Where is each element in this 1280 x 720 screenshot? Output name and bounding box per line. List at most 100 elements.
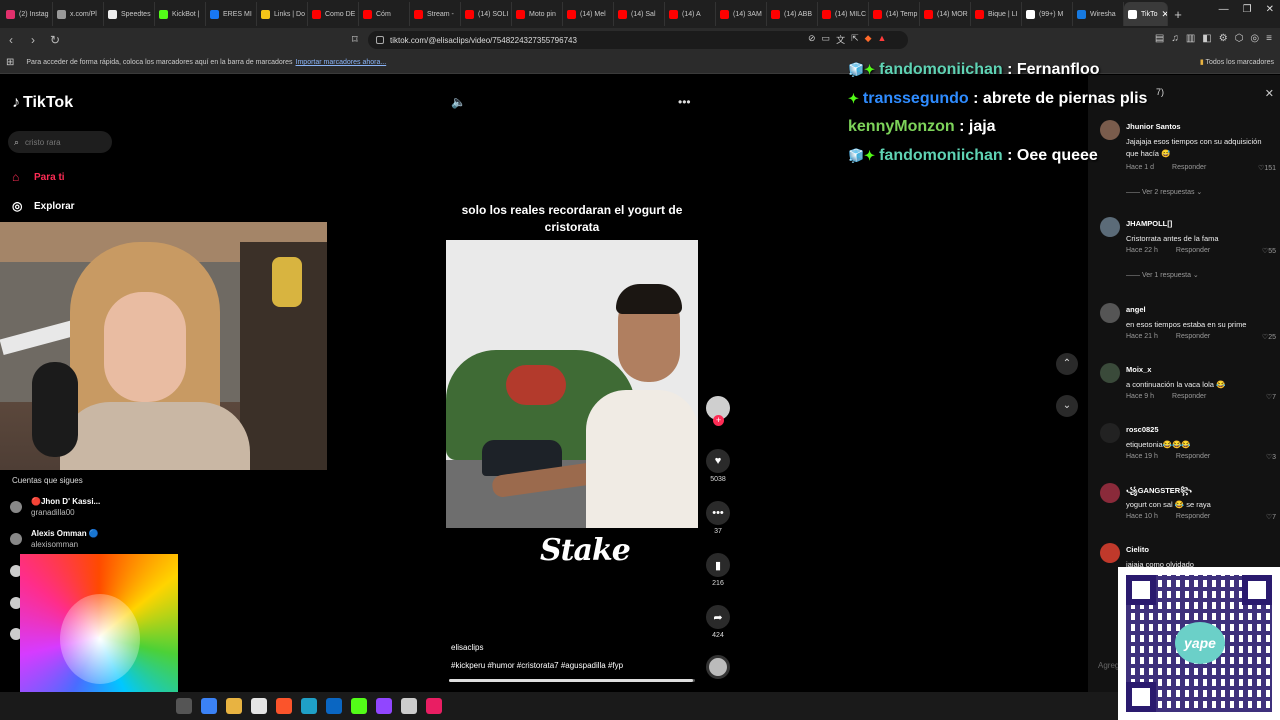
browser-tab[interactable]: Moto pin xyxy=(512,2,563,26)
browser-tab[interactable]: (14) Mel xyxy=(563,2,614,26)
comment-like-button[interactable]: ♡151 xyxy=(1258,164,1276,172)
avatar[interactable] xyxy=(1100,483,1120,503)
outlook-icon[interactable] xyxy=(326,698,342,714)
view-replies-link[interactable]: —— Ver 1 respuesta ⌄ xyxy=(1126,271,1199,279)
puzzle-icon[interactable]: ⚙ xyxy=(1219,33,1228,44)
reply-button[interactable]: Responder xyxy=(1176,333,1210,340)
next-video-button[interactable]: ⌄ xyxy=(1056,395,1078,417)
sidebar-icon[interactable]: ▤ xyxy=(1155,33,1164,44)
music-disc-icon[interactable] xyxy=(706,655,730,679)
following-account[interactable]: Alexis Omman 🔵 alexisomman xyxy=(10,528,99,550)
view-replies-link[interactable]: —— Ver 2 respuestas ⌄ xyxy=(1126,188,1202,196)
file-explorer-icon[interactable] xyxy=(226,698,242,714)
avatar[interactable] xyxy=(1100,217,1120,237)
browser-tab[interactable]: (14) Temp xyxy=(869,2,920,26)
chat-username[interactable]: transsegundo xyxy=(863,90,969,108)
edge-icon[interactable] xyxy=(301,698,317,714)
bookmark-icon[interactable]: ⌑ xyxy=(352,33,358,46)
following-account[interactable]: 🔴Jhon D' Kassi... granadilla00 xyxy=(10,496,100,518)
menu-icon[interactable]: ≡ xyxy=(1266,33,1272,44)
new-tab-button[interactable]: + xyxy=(1168,7,1188,22)
post-author[interactable]: elisaclips xyxy=(451,643,483,652)
reply-button[interactable]: Responder xyxy=(1176,453,1210,460)
comment-username[interactable]: JHAMPOLL[] xyxy=(1126,219,1172,228)
browser-tab[interactable]: Links | Do xyxy=(257,2,308,26)
avatar[interactable] xyxy=(1100,423,1120,443)
browser-tab[interactable]: Cóm xyxy=(359,2,410,26)
chat-username[interactable]: fandomoniichan xyxy=(879,61,1003,79)
reading-icon[interactable]: ▥ xyxy=(1186,33,1195,44)
more-options-icon[interactable]: ••• xyxy=(678,95,691,109)
url-text[interactable]: tiktok.com/@elisaclips/video/75482243273… xyxy=(390,36,577,45)
follow-plus-icon[interactable]: + xyxy=(713,415,724,426)
save-button[interactable]: ▮ 216 xyxy=(706,553,730,587)
share-button[interactable]: ➦ 424 xyxy=(706,605,730,639)
browser-tab[interactable]: (99+) M xyxy=(1022,2,1073,26)
comment-username[interactable]: rosc0825 xyxy=(1126,425,1159,434)
comment-like-button[interactable]: ♡7 xyxy=(1266,513,1276,521)
apps-icon[interactable]: ⊞ xyxy=(6,57,14,68)
browser-tab[interactable]: (14) 3AM xyxy=(716,2,767,26)
extension-icon[interactable]: ⊘ xyxy=(808,33,816,46)
import-bookmarks-link[interactable]: Importar marcadores ahora... xyxy=(296,59,387,66)
close-icon[interactable]: ✕ xyxy=(1265,87,1274,100)
all-bookmarks-button[interactable]: ▮ Todos los marcadores xyxy=(1200,58,1274,66)
forward-icon[interactable]: › xyxy=(22,33,44,47)
obs-icon[interactable] xyxy=(376,698,392,714)
browser-tab[interactable]: (14) SOLI xyxy=(461,2,512,26)
reply-button[interactable]: Responder xyxy=(1176,513,1210,520)
browser-tab[interactable]: (14) MILC xyxy=(818,2,869,26)
minimize-icon[interactable]: — xyxy=(1219,4,1229,15)
comment-username[interactable]: angel xyxy=(1126,305,1146,314)
comment-like-button[interactable]: ♡3 xyxy=(1266,453,1276,461)
reply-button[interactable]: Responder xyxy=(1172,164,1206,171)
settings-icon[interactable] xyxy=(401,698,417,714)
browser-tab[interactable]: x.com/Pl xyxy=(53,2,104,26)
close-window-icon[interactable]: ✕ xyxy=(1266,4,1274,15)
taskbar-app-icon[interactable] xyxy=(176,698,192,714)
browser-tab[interactable]: TikTo✕ xyxy=(1124,2,1168,26)
shield-icon[interactable]: ◆ xyxy=(865,33,872,46)
back-icon[interactable]: ‹ xyxy=(0,33,22,47)
avatar[interactable] xyxy=(1100,303,1120,323)
comment-input[interactable]: Agreg xyxy=(1098,661,1119,670)
comment-username[interactable]: Moix_x xyxy=(1126,365,1151,374)
browser-tab[interactable]: KickBot | xyxy=(155,2,206,26)
tiktok-logo[interactable]: ♪ TikTok xyxy=(12,94,73,112)
browser-tab[interactable]: Stream - xyxy=(410,2,461,26)
post-hashtags[interactable]: #kickperu #humor #cristorata7 #aguspadil… xyxy=(451,661,623,670)
rewards-icon[interactable]: ▲ xyxy=(878,33,887,46)
comment-like-button[interactable]: ♡55 xyxy=(1262,247,1276,255)
wallet-icon[interactable]: ◎ xyxy=(1250,33,1259,44)
browser-tab[interactable]: (14) A xyxy=(665,2,716,26)
reload-icon[interactable]: ↻ xyxy=(44,33,66,47)
comment-like-button[interactable]: ♡25 xyxy=(1262,333,1276,341)
like-button[interactable]: ♥ 5038 xyxy=(706,449,730,483)
browser-tab[interactable]: ERES MI xyxy=(206,2,257,26)
sidebar-item-explore[interactable]: ◎ Explorar xyxy=(12,199,75,213)
browser-tab[interactable]: (2) Instag xyxy=(2,2,53,26)
comment-username[interactable]: ꧁GANGSTER꧂ xyxy=(1126,485,1192,500)
browser-tab[interactable]: Como DE xyxy=(308,2,359,26)
browser-tab[interactable]: (14) ABB xyxy=(767,2,818,26)
profile-icon[interactable]: ◧ xyxy=(1202,33,1211,44)
comment-like-button[interactable]: ♡7 xyxy=(1266,393,1276,401)
translate-icon[interactable]: 文 xyxy=(836,33,845,46)
cast-icon[interactable]: ▭ xyxy=(822,33,831,46)
browser-tab[interactable]: (14) Sal xyxy=(614,2,665,26)
avatar[interactable] xyxy=(1100,363,1120,383)
browser-tab[interactable]: Bique | LI xyxy=(971,2,1022,26)
video-player[interactable] xyxy=(446,240,698,528)
site-info-icon[interactable] xyxy=(376,36,384,44)
reply-button[interactable]: Responder xyxy=(1172,393,1206,400)
notepad-icon[interactable] xyxy=(251,698,267,714)
sidebar-item-for-you[interactable]: ⌂ Para ti xyxy=(12,170,65,184)
comment-username[interactable]: Cielito xyxy=(1126,545,1149,554)
copilot-icon[interactable] xyxy=(201,698,217,714)
music-icon[interactable]: ♫ xyxy=(1171,33,1179,44)
volume-icon[interactable]: 🔈 xyxy=(451,95,466,109)
chat-username[interactable]: fandomoniichan xyxy=(879,147,1003,165)
vpn-icon[interactable]: ⬡ xyxy=(1235,33,1244,44)
browser-tab[interactable]: Speedtes xyxy=(104,2,155,26)
kick-icon[interactable] xyxy=(351,698,367,714)
